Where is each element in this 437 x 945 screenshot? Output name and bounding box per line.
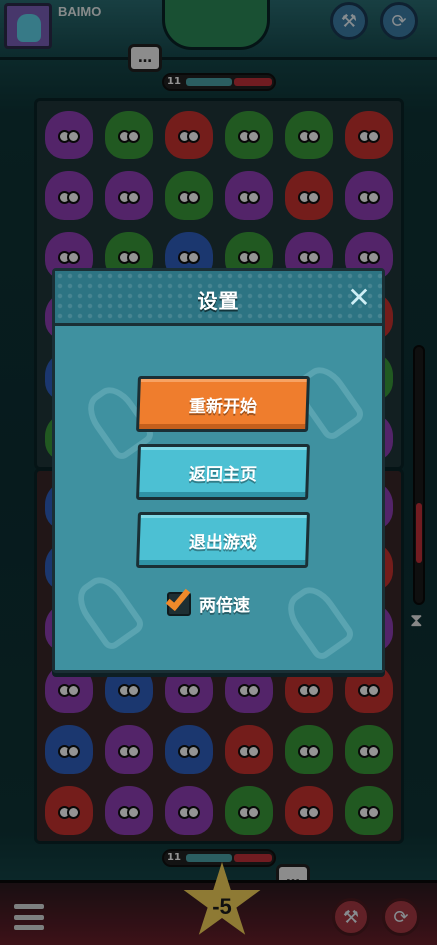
home-button[interactable]: 返回主页 [136, 444, 310, 500]
settings-body: 重新开始 返回主页 退出游戏 两倍速 [55, 326, 382, 670]
quit-button[interactable]: 退出游戏 [136, 512, 310, 568]
double-speed-label: 两倍速 [199, 596, 250, 616]
double-speed-toggle[interactable]: 两倍速 [165, 584, 250, 616]
restart-button[interactable]: 重新开始 [136, 376, 310, 432]
close-icon[interactable]: ✕ [344, 283, 374, 313]
double-speed-checkbox[interactable] [165, 584, 191, 616]
check-icon [165, 584, 191, 611]
settings-title: 设置 [197, 289, 240, 313]
decorative-bottle [279, 579, 357, 663]
settings-dialog: 设置 ✕ 重新开始 返回主页 退出游戏 两倍速 [52, 268, 385, 673]
settings-header: 设置 ✕ [55, 271, 382, 326]
decorative-bottle [69, 569, 147, 653]
